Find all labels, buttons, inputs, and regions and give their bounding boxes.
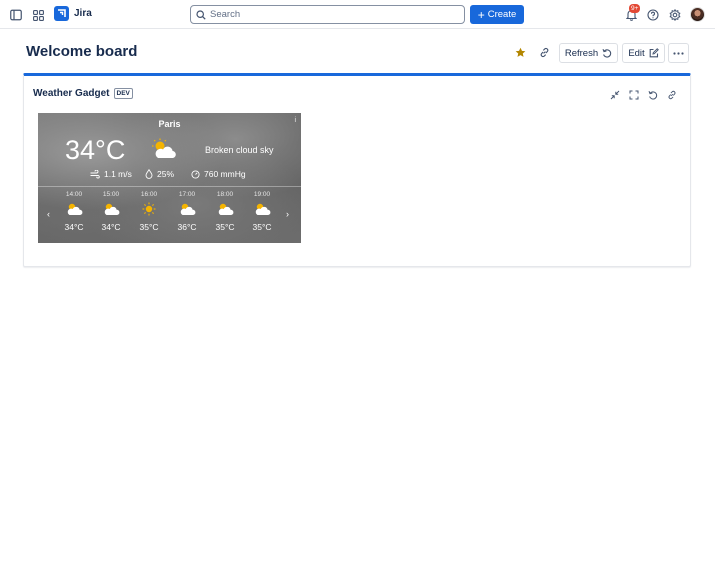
pressure-value: 760 mmHg — [204, 169, 246, 179]
wind-value: 1.1 m/s — [104, 169, 132, 179]
page-title: Welcome board — [26, 43, 138, 60]
hourly-forecast-item: 15:00 34°C — [94, 191, 128, 232]
gadget-header: Weather Gadget DEV — [33, 88, 133, 99]
sun-cloud-icon — [208, 200, 242, 218]
forecast-temp: 35°C — [139, 222, 159, 232]
weather-city: Paris — [158, 119, 181, 129]
jira-logo-icon — [54, 6, 69, 21]
edit-icon — [649, 48, 659, 58]
info-icon[interactable]: i — [294, 117, 296, 124]
sun-icon — [132, 200, 166, 218]
humidity-drop-icon — [145, 169, 153, 179]
hourly-forecast-item: 19:00 35°C — [245, 191, 279, 232]
sun-cloud-icon — [151, 138, 177, 165]
copy-link-icon[interactable] — [537, 45, 551, 59]
notification-badge: 9+ — [629, 4, 641, 13]
edit-button-label: Edit — [628, 47, 645, 59]
app-name: Jira — [74, 8, 92, 19]
dev-tag: DEV — [113, 88, 133, 99]
search-icon — [196, 9, 206, 20]
gadget-link-icon[interactable] — [666, 89, 678, 101]
hourly-forecast-item: 17:00 36°C — [170, 191, 204, 232]
wind-icon — [90, 169, 100, 179]
forecast-time: 14:00 — [65, 191, 83, 198]
more-dots-icon — [673, 51, 684, 55]
forecast-time: 15:00 — [102, 191, 120, 198]
sun-cloud-icon — [170, 200, 204, 218]
weather-description: Broken cloud sky — [205, 145, 274, 155]
sun-cloud-icon — [57, 200, 91, 218]
create-button[interactable]: + Create — [470, 5, 524, 24]
sun-cloud-icon — [94, 200, 128, 218]
forecast-temp: 36°C — [177, 222, 197, 232]
hourly-forecast-item: 18:00 35°C — [208, 191, 242, 232]
more-actions-button[interactable] — [668, 43, 689, 63]
favorite-star-icon[interactable] — [513, 45, 527, 59]
settings-gear-icon[interactable] — [666, 6, 684, 24]
humidity-value: 25% — [157, 169, 175, 179]
forecast-time: 17:00 — [178, 191, 196, 198]
sun-cloud-icon — [245, 200, 279, 218]
forecast-temp: 35°C — [252, 222, 272, 232]
refresh-icon — [602, 48, 612, 58]
refresh-button-label: Refresh — [564, 47, 599, 59]
search-input[interactable] — [210, 9, 450, 20]
jira-logo[interactable]: Jira — [54, 6, 92, 21]
edit-button[interactable]: Edit — [622, 43, 665, 63]
plus-icon: + — [477, 7, 485, 22]
search-box[interactable] — [190, 5, 465, 24]
forecast-time: 16:00 — [140, 191, 158, 198]
gadget-refresh-icon[interactable] — [647, 89, 659, 101]
user-avatar[interactable] — [690, 7, 705, 22]
pressure-stat: 760 mmHg — [191, 169, 246, 179]
humidity-stat: 25% — [145, 169, 174, 179]
chevron-left-icon[interactable]: ‹ — [47, 209, 50, 219]
forecast-temp: 35°C — [215, 222, 235, 232]
help-icon[interactable] — [644, 6, 662, 24]
refresh-button[interactable]: Refresh — [559, 43, 618, 63]
weather-gadget-panel: Weather Gadget DEV Paris i 34°C Broken c… — [23, 73, 691, 267]
forecast-temp: 34°C — [101, 222, 121, 232]
minimize-icon[interactable] — [609, 89, 621, 101]
pressure-gauge-icon — [191, 169, 200, 179]
forecast-temp: 34°C — [64, 222, 84, 232]
app-switcher-icon[interactable] — [29, 6, 47, 24]
top-navigation: Jira + Create 9+ — [0, 0, 715, 29]
weather-widget: Paris i 34°C Broken cloud sky 1.1 m/s 25… — [38, 113, 301, 243]
forecast-time: 18:00 — [216, 191, 234, 198]
fullscreen-icon[interactable] — [628, 89, 640, 101]
hourly-forecast-item: 14:00 34°C — [57, 191, 91, 232]
chevron-right-icon[interactable]: › — [286, 209, 289, 219]
sidebar-toggle-icon[interactable] — [7, 6, 25, 24]
gadget-title: Weather Gadget — [33, 88, 110, 99]
create-button-label: Create — [487, 9, 517, 20]
weather-divider — [38, 186, 301, 187]
hourly-forecast-item: 16:00 35°C — [132, 191, 166, 232]
wind-stat: 1.1 m/s — [90, 169, 132, 179]
forecast-time: 19:00 — [253, 191, 271, 198]
current-temperature: 34°C — [65, 135, 126, 165]
